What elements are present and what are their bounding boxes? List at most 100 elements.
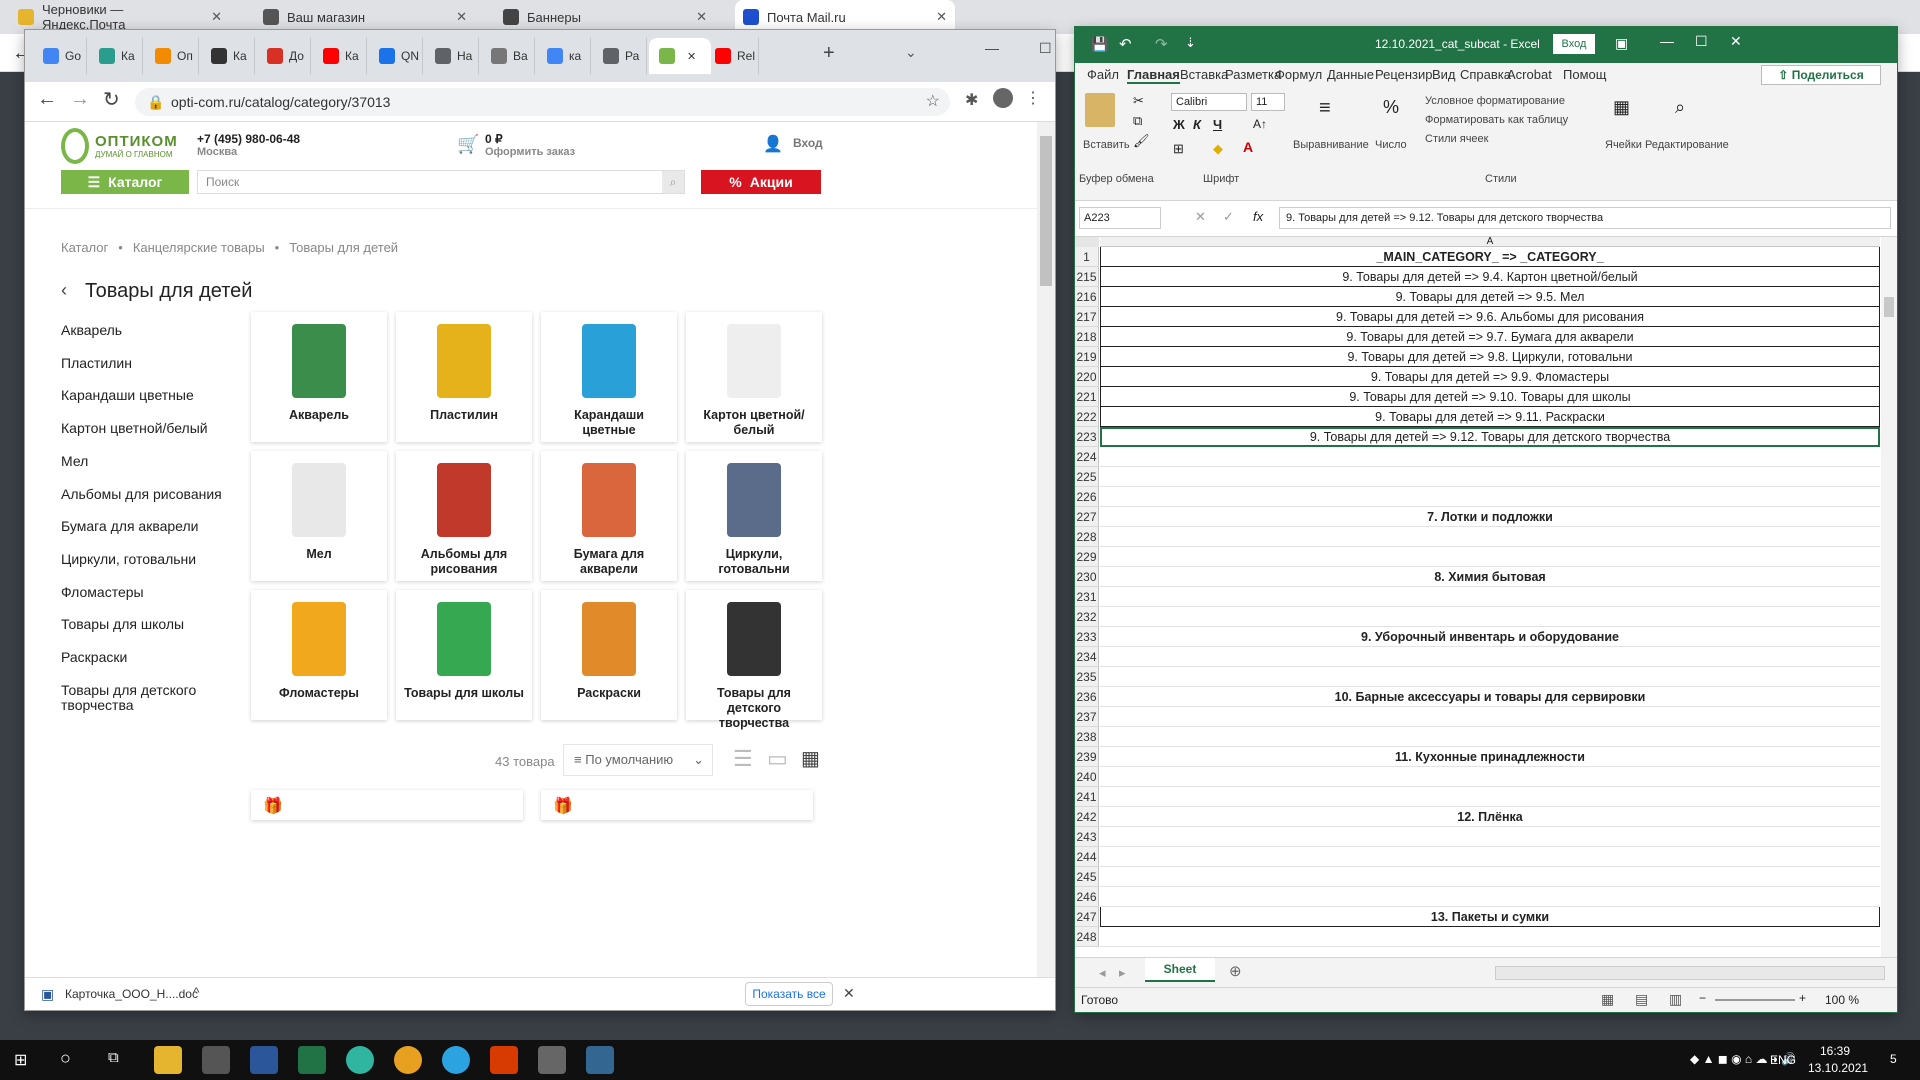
cell[interactable]: 9. Товары для детей => 9.6. Альбомы для … <box>1100 307 1880 327</box>
sheet-row[interactable]: 229 <box>1075 547 1880 567</box>
redo-icon[interactable]: ↷ <box>1155 35 1168 53</box>
enter-formula-icon[interactable]: ✓ <box>1223 209 1234 225</box>
font-color-icon[interactable]: A <box>1243 139 1253 155</box>
cell[interactable] <box>1100 667 1880 687</box>
row-header[interactable]: 246 <box>1075 887 1099 907</box>
row-header[interactable]: 241 <box>1075 787 1099 807</box>
sheet-row[interactable]: 235 <box>1075 667 1880 687</box>
minimize-icon[interactable]: — <box>1660 33 1674 49</box>
back-icon[interactable]: ← <box>37 88 57 111</box>
cells-icon[interactable]: ▦ <box>1613 97 1630 118</box>
maximize-icon[interactable]: ☐ <box>1039 40 1052 57</box>
editing-label[interactable]: Редактирование <box>1645 139 1729 151</box>
scroll-thumb[interactable] <box>1040 136 1052 286</box>
sheet-row[interactable]: 215 9. Товары для детей => 9.4. Картон цв… <box>1075 267 1880 287</box>
maximize-icon[interactable]: ☐ <box>1695 33 1708 50</box>
cell[interactable] <box>1100 647 1880 667</box>
row-header[interactable]: 232 <box>1075 607 1099 627</box>
row-header[interactable]: 224 <box>1075 447 1099 467</box>
explorer-icon[interactable] <box>154 1046 182 1074</box>
row-header[interactable]: 219 <box>1075 347 1099 367</box>
row-header[interactable]: 230 <box>1075 567 1099 587</box>
chrome-tab[interactable]: Оп <box>145 38 199 74</box>
sheet-row[interactable]: 222 9. Товары для детей => 9.11. Раскраск… <box>1075 407 1880 427</box>
reload-icon[interactable]: ↻ <box>103 87 120 112</box>
grid-vscroll[interactable] <box>1881 237 1897 977</box>
grid-scroll-thumb[interactable] <box>1884 297 1894 317</box>
telegram-icon[interactable] <box>442 1046 470 1074</box>
chrome-tab[interactable]: На <box>425 38 479 74</box>
sheet-row[interactable]: 221 9. Товары для детей => 9.10. Товары д… <box>1075 387 1880 407</box>
sheet-row[interactable]: 226 <box>1075 487 1880 507</box>
font-name-select[interactable]: Calibri <box>1171 93 1247 111</box>
sheet-nav-right-icon[interactable]: ▸ <box>1119 965 1126 981</box>
chrome-icon[interactable] <box>394 1046 422 1074</box>
row-header[interactable]: 235 <box>1075 667 1099 687</box>
windows-start-icon[interactable]: ⊞ <box>14 1050 27 1070</box>
row-header[interactable]: 227 <box>1075 507 1099 527</box>
tab-search-icon[interactable]: ⌄ <box>905 44 917 61</box>
sheet-row[interactable]: 248 <box>1075 927 1880 947</box>
row-header[interactable]: 216 <box>1075 287 1099 307</box>
sheet-row[interactable]: 241 <box>1075 787 1880 807</box>
phone[interactable]: +7 (495) 980-06-48 <box>197 132 300 146</box>
add-sheet-icon[interactable]: ⊕ <box>1229 962 1242 980</box>
cell[interactable]: 9. Товары для детей => 9.8. Циркули, гот… <box>1100 347 1880 367</box>
background-tab[interactable]: Черновики — Яндекс.Почта ✕ <box>10 0 230 34</box>
show-all-button[interactable]: Показать все <box>745 982 833 1006</box>
column-header-a[interactable]: A <box>1100 237 1880 247</box>
background-tab[interactable]: Баннеры ✕ <box>495 0 715 34</box>
sheet-row[interactable]: 218 9. Товары для детей => 9.7. Бумага дл… <box>1075 327 1880 347</box>
sheet-row[interactable]: 216 9. Товары для детей => 9.5. Мел <box>1075 287 1880 307</box>
cell[interactable]: 9. Товары для детей => 9.4. Картон цветн… <box>1100 267 1880 287</box>
row-header[interactable]: 225 <box>1075 467 1099 487</box>
formula-input[interactable]: 9. Товары для детей => 9.12. Товары для … <box>1279 207 1891 229</box>
sidebar-item[interactable]: Акварель <box>61 323 231 338</box>
category-card[interactable]: Бумага для акварели <box>541 451 677 581</box>
qat-customize-icon[interactable]: ⇣ <box>1185 35 1196 51</box>
chevron-up-icon[interactable]: ^ <box>193 984 200 1000</box>
category-card[interactable]: Пластилин <box>396 312 532 442</box>
excel-icon[interactable] <box>298 1046 326 1074</box>
sidebar-item[interactable]: Циркули, готовальни <box>61 551 231 567</box>
url-field[interactable]: 🔒 opti-com.ru/catalog/category/37013 ☆ <box>135 88 950 116</box>
sheet-row[interactable]: 1 _MAIN_CATEGORY_ => _CATEGORY_ <box>1075 247 1880 267</box>
download-file-name[interactable]: Карточка_ООО_Н....doc <box>65 987 198 1001</box>
city[interactable]: Москва <box>197 146 300 158</box>
tab-close-icon[interactable]: ✕ <box>211 9 222 25</box>
cell[interactable]: 9. Товары для детей => 9.7. Бумага для а… <box>1100 327 1880 347</box>
row-header[interactable]: 243 <box>1075 827 1099 847</box>
sidebar-item[interactable]: Пластилин <box>61 355 231 371</box>
close-icon[interactable]: ✕ <box>1730 33 1742 50</box>
save-icon[interactable]: 💾 <box>1091 36 1108 53</box>
chrome-tab[interactable]: Ва <box>481 38 535 74</box>
row-header[interactable]: 237 <box>1075 707 1099 727</box>
sheet-row[interactable]: 240 <box>1075 767 1880 787</box>
excel-login-button[interactable]: Вход <box>1553 34 1595 54</box>
extensions-icon[interactable]: ✱ <box>965 90 978 110</box>
compact-view-icon[interactable]: ▭ <box>767 746 788 772</box>
sheet-row[interactable]: 245 <box>1075 867 1880 887</box>
name-box[interactable]: A223 <box>1079 207 1161 229</box>
category-card[interactable]: Карандаши цветные <box>541 312 677 442</box>
ribbon-tab[interactable]: Данные <box>1327 67 1374 82</box>
crumb-stationery[interactable]: Канцелярские товары <box>133 240 265 255</box>
format-painter-icon[interactable]: 🖌 <box>1133 133 1150 149</box>
row-header[interactable]: 247 <box>1075 907 1099 927</box>
chrome-tab[interactable]: ✕ <box>649 38 711 74</box>
ribbon-tab[interactable]: Разметка <box>1225 67 1281 82</box>
cell[interactable] <box>1100 607 1880 627</box>
background-tab[interactable]: Ваш магазин ✕ <box>255 0 475 34</box>
number-format-icon[interactable]: % <box>1383 97 1399 118</box>
row-header[interactable]: 217 <box>1075 307 1099 327</box>
row-header[interactable]: 228 <box>1075 527 1099 547</box>
borders-icon[interactable]: ⊞ <box>1173 141 1184 157</box>
login-link[interactable]: Вход <box>793 136 823 150</box>
sheet-row[interactable]: 223 9. Товары для детей => 9.12. Товары д… <box>1075 427 1880 447</box>
chrome-tab[interactable]: Go <box>33 38 87 74</box>
row-header[interactable]: 221 <box>1075 387 1099 407</box>
menu-icon[interactable]: ⋮ <box>1025 88 1041 108</box>
row-header[interactable]: 239 <box>1075 747 1099 767</box>
zoom-slider[interactable] <box>1715 999 1795 1001</box>
cell[interactable] <box>1100 467 1880 487</box>
